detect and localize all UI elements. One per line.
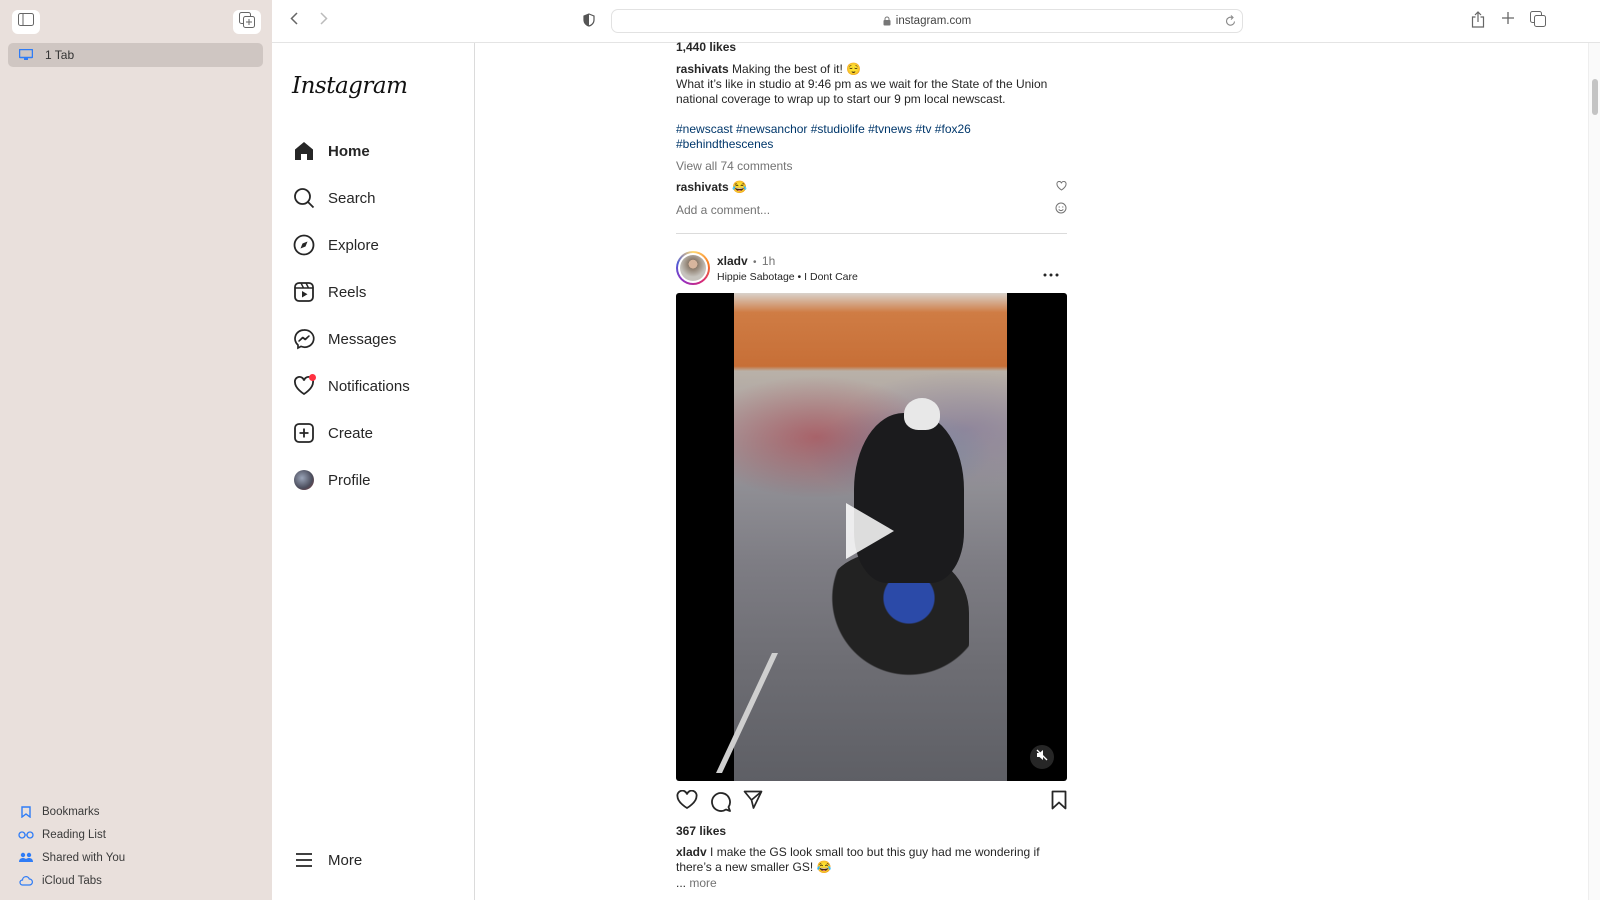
tab-group-label: 1 Tab	[45, 48, 75, 62]
home-icon	[292, 139, 316, 163]
scrollbar-thumb[interactable]	[1592, 79, 1598, 115]
monitor-icon	[19, 49, 33, 61]
browser-toolbar: instagram.com	[272, 0, 1600, 43]
compass-icon	[292, 233, 316, 257]
more-options-icon[interactable]	[1043, 264, 1059, 282]
prev-post-hashtags: #newscast #newsanchor #studiolife #tvnew…	[676, 122, 971, 151]
comment-row: rashivats 😂	[676, 180, 1067, 195]
comment-icon[interactable]	[709, 790, 731, 812]
page-scrollbar[interactable]	[1588, 43, 1600, 900]
speaker-muted-icon	[1036, 748, 1048, 766]
nav-item-messages[interactable]: Messages	[292, 324, 396, 354]
nav-item-explore[interactable]: Explore	[292, 230, 379, 260]
caption-username[interactable]: xladv	[676, 845, 707, 859]
back-button[interactable]	[284, 11, 304, 31]
nav-item-reels[interactable]: Reels	[292, 277, 366, 307]
lock-icon	[883, 16, 891, 26]
nav-item-notifications[interactable]: Notifications	[292, 371, 410, 401]
search-icon	[292, 186, 316, 210]
nav-item-profile[interactable]: Profile	[292, 465, 371, 495]
nav-item-more[interactable]: More	[292, 845, 362, 875]
prev-post-likes[interactable]: 1,440 likes	[676, 40, 736, 55]
shared-with-you-icon	[18, 852, 34, 863]
chevron-right-icon	[320, 12, 328, 30]
nav-item-search[interactable]: Search	[292, 183, 376, 213]
notification-badge	[309, 374, 316, 381]
post-divider	[676, 233, 1067, 234]
caption-more: ... more	[676, 876, 717, 890]
like-icon[interactable]	[676, 790, 698, 810]
address-bar[interactable]: instagram.com	[611, 9, 1243, 33]
chevron-left-icon	[290, 12, 298, 30]
post-video[interactable]	[676, 293, 1067, 781]
nav-item-home[interactable]: Home	[292, 136, 370, 166]
reels-icon	[292, 280, 316, 304]
bookmark-icon	[18, 805, 34, 818]
comment-username[interactable]: rashivats	[676, 180, 729, 194]
safari-sidebar: 1 Tab Bookmarks Reading List Shared with…	[0, 0, 272, 900]
share-icon[interactable]	[1471, 11, 1485, 28]
new-tab-icon[interactable]	[1501, 11, 1515, 25]
sidebar-link-bookmarks[interactable]: Bookmarks	[18, 800, 125, 823]
sidebar-link-icloud-tabs[interactable]: iCloud Tabs	[18, 869, 125, 892]
reading-list-icon	[18, 830, 34, 839]
comment-like-icon[interactable]	[1056, 180, 1067, 195]
toggle-sidebar-button[interactable]	[12, 10, 40, 34]
heart-icon	[292, 374, 316, 398]
post-audio[interactable]: Hippie Sabotage • I Dont Care	[717, 271, 858, 283]
nav-item-create[interactable]: Create	[292, 418, 373, 448]
play-icon[interactable]	[846, 503, 894, 559]
prev-post-username[interactable]: rashivats	[676, 62, 729, 76]
messenger-icon	[292, 327, 316, 351]
prev-post-caption: rashivats Making the best of it! 😌 What …	[676, 62, 1048, 106]
save-bookmark-icon[interactable]	[1051, 790, 1067, 810]
post-username[interactable]: xladv	[717, 254, 748, 268]
story-ring-avatar[interactable]	[676, 251, 710, 285]
prev-post-caption-body: What it’s like in studio at 9:46 pm as w…	[676, 77, 1048, 106]
reload-icon[interactable]	[1225, 15, 1236, 27]
avatar	[680, 255, 706, 281]
view-all-comments-link[interactable]: View all 74 comments	[676, 159, 793, 174]
forward-button[interactable]	[314, 11, 334, 31]
mute-button[interactable]	[1030, 745, 1054, 769]
tab-overview-icon[interactable]	[1530, 11, 1546, 27]
post-likes[interactable]: 367 likes	[676, 824, 726, 839]
url-text: instagram.com	[895, 15, 972, 27]
sidebar-icon	[18, 13, 34, 31]
add-comment-input[interactable]: Add a comment...	[676, 203, 770, 218]
post-meta: xladv • 1h	[717, 254, 776, 268]
plus-square-icon	[292, 421, 316, 445]
tab-group-item[interactable]: 1 Tab	[8, 43, 263, 67]
add-comment-row: Add a comment...	[676, 202, 1067, 218]
post-actions	[676, 790, 1067, 814]
post-caption: xladv I make the GS look small too but t…	[676, 845, 1040, 874]
instagram-logo[interactable]: Instagram	[292, 73, 408, 99]
sidebar-link-reading-list[interactable]: Reading List	[18, 823, 125, 846]
share-post-icon[interactable]	[743, 790, 763, 810]
sidebar-link-shared-with-you[interactable]: Shared with You	[18, 846, 125, 869]
more-link[interactable]: more	[689, 876, 716, 890]
post-time[interactable]: 1h	[762, 254, 775, 268]
emoji-icon[interactable]	[1055, 202, 1067, 218]
sidebar-links: Bookmarks Reading List Shared with You i…	[18, 800, 125, 892]
post-header: xladv • 1h Hippie Sabotage • I Dont Care	[676, 251, 1067, 285]
menu-icon	[292, 848, 316, 872]
tab-group-add-icon	[239, 11, 255, 33]
privacy-shield-icon[interactable]	[583, 13, 595, 32]
avatar	[294, 470, 314, 490]
instagram-nav: Instagram Home Search Explore Reels Mess…	[272, 43, 475, 900]
icloud-icon	[18, 875, 34, 886]
new-tab-group-button[interactable]	[233, 10, 261, 34]
